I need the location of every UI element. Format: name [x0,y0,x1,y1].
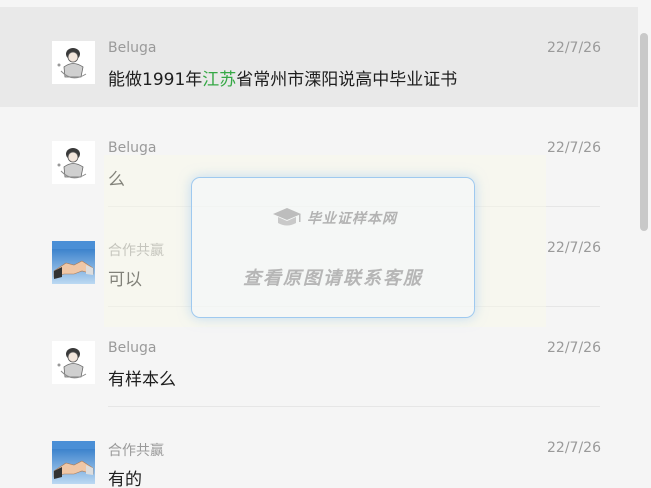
avatar-handshake[interactable] [52,441,95,484]
watermark-brand: 毕业证样本网 [307,211,397,227]
message-text: 有的 [108,470,142,488]
message-row[interactable]: Beluga 22/7/26 有样本么 [0,307,638,407]
chat-history-panel: Beluga 22/7/26 能做1991年江苏省常州市溧阳说高中毕业证书 Be… [0,0,651,488]
message-text: 有样本么 [108,370,176,390]
graduation-cap-icon [271,206,303,230]
message-time: 22/7/26 [547,240,601,256]
watermark-text: 查看原图请联系客服 [243,268,423,289]
scrollbar-thumb[interactable] [640,33,648,231]
sender-name: Beluga [108,340,157,356]
message-time: 22/7/26 [547,140,601,156]
highlighted-keyword[interactable]: 江苏 [202,70,236,90]
sender-name: 合作共赢 [108,243,164,259]
sender-name: Beluga [108,140,157,156]
message-row[interactable]: 合作共赢 22/7/26 有的 [0,407,638,488]
message-text-part: 能做1991年 [108,70,203,90]
avatar-cartoon-girl[interactable] [52,41,95,84]
watermark-overlay: 毕业证样本网 查看原图请联系客服 [191,177,475,318]
message-row[interactable]: Beluga 22/7/26 能做1991年江苏省常州市溧阳说高中毕业证书 [0,7,638,107]
sender-name: 合作共赢 [108,443,164,459]
message-time: 22/7/26 [547,440,601,456]
avatar-cartoon-girl[interactable] [52,341,95,384]
scrollbar[interactable] [640,0,648,488]
message-text: 能做1991年江苏省常州市溧阳说高中毕业证书 [108,65,457,90]
avatar-handshake[interactable] [52,241,95,284]
avatar-cartoon-girl[interactable] [52,141,95,184]
message-text-part: 省常州市溧阳说高中毕业证书 [236,70,458,90]
sender-name: Beluga [108,40,157,56]
message-text: 么 [108,170,125,190]
message-time: 22/7/26 [547,40,601,56]
message-time: 22/7/26 [547,340,601,356]
message-text: 可以 [108,270,142,290]
